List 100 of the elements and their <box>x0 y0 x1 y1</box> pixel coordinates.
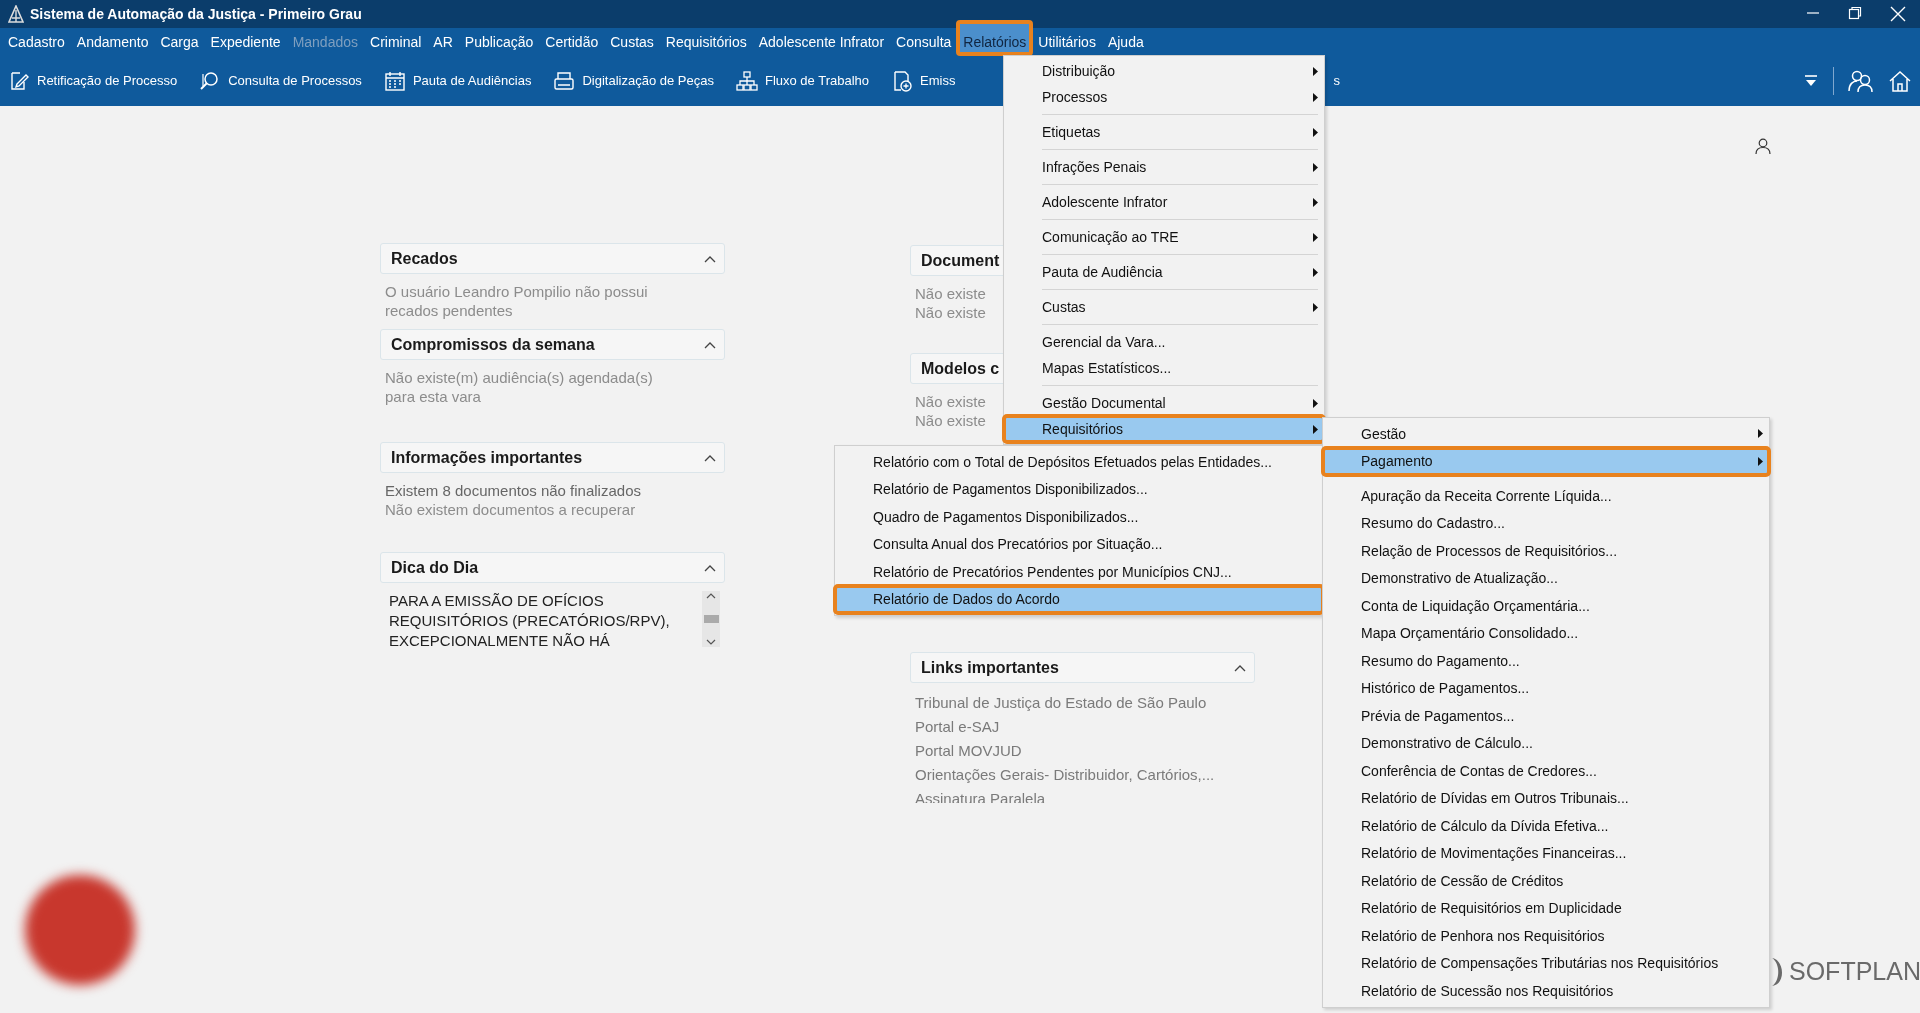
message-text: Não existem documentos a recuperar <box>385 500 636 519</box>
message-text: Não existe <box>915 303 986 322</box>
menu-item[interactable]: Comunicação ao TRE <box>1004 224 1324 250</box>
submenu-menu[interactable] <box>834 445 1324 616</box>
toolbar-button[interactable]: s <box>1333 69 1340 92</box>
menu-item[interactable]: Cadastro <box>2 28 71 55</box>
menu-item[interactable]: Mapas Estatísticos... <box>1004 355 1324 381</box>
scroll-down-icon[interactable] <box>706 639 716 645</box>
menu-item[interactable]: Infrações Penais <box>1004 154 1324 180</box>
link[interactable]: Portal e-SAJ <box>915 715 1250 739</box>
menu-item[interactable]: Relatórios <box>957 21 1033 55</box>
menu-item[interactable]: Expediente <box>204 28 287 55</box>
submenu-menu[interactable] <box>1322 417 1770 1008</box>
menu-item[interactable]: Gestão Documental <box>1004 390 1324 416</box>
chevron-up-icon[interactable] <box>704 340 716 349</box>
menu-item[interactable]: Certidão <box>539 28 605 55</box>
menu-item[interactable]: Pauta de Audiência <box>1004 259 1324 285</box>
menu-item[interactable]: Quadro de Pagamentos Disponibilizados... <box>835 503 1323 531</box>
menu-item[interactable]: Demonstrativo de Atualização... <box>1323 564 1769 592</box>
message-text: Existem 8 documentos não finalizados <box>385 481 641 500</box>
menu-item[interactable]: Relatório de Cálculo da Dívida Efetiva... <box>1323 812 1769 840</box>
menu-item[interactable]: Adolescente Infrator <box>1004 189 1324 215</box>
menu-item[interactable]: Utilitários <box>1032 28 1102 55</box>
menu-item[interactable]: Relatório de Penhora nos Requisitórios <box>1323 922 1769 950</box>
menu-item[interactable]: Relação de Processos de Requisitórios... <box>1323 537 1769 565</box>
menu-item[interactable]: Gerencial da Vara... <box>1004 329 1324 355</box>
menu-item[interactable]: Conta de Liquidação Orçamentária... <box>1323 592 1769 620</box>
menu-item[interactable]: Custas <box>604 28 660 55</box>
menu-item[interactable]: Gestão <box>1323 420 1769 448</box>
toolbar-button[interactable]: Digitalização de Peças <box>553 65 714 96</box>
menu-item[interactable]: Adolescente Infrator <box>752 28 891 55</box>
menu-item[interactable]: Apuração da Receita Corrente Líquida... <box>1323 482 1769 510</box>
scroll-up-icon[interactable] <box>706 593 716 599</box>
link[interactable]: Portal MOVJUD <box>915 739 1250 763</box>
scroll-thumb[interactable] <box>703 615 719 623</box>
message-text: Não existe <box>915 392 986 411</box>
users-icon[interactable] <box>1848 68 1874 93</box>
menu-item[interactable]: Relatório com o Total de Depósitos Efetuados pelas Entidades... <box>835 448 1323 476</box>
close-icon[interactable] <box>1890 6 1906 22</box>
menu-item[interactable]: Relatório de Movimentações Financeiras... <box>1323 839 1769 867</box>
menu-item[interactable]: Mapa Orçamentário Consolidado... <box>1323 619 1769 647</box>
panel-header[interactable]: Compromissos da semana <box>380 329 725 360</box>
menu-item[interactable]: Carga <box>154 28 205 55</box>
panel-title: Document <box>921 251 1000 270</box>
dropdown-menu[interactable]: Distribuição Processos Etiquetas Infrações Penais Adolescente Infrator Comunicação ao TRE Pauta de Audiência Custas Gerencial da Vara... Mapas Estatísticos... Gestão Documental Requisitórios <box>1003 55 1325 445</box>
toolbar-button[interactable]: Fluxo de Trabalho <box>735 65 870 96</box>
menu-item[interactable]: Pagamento <box>1323 447 1769 475</box>
menu-item[interactable]: Requisitórios <box>659 28 753 55</box>
menu-item[interactable]: Andamento <box>70 28 155 55</box>
toolbar-button[interactable]: Emiss <box>891 65 956 96</box>
menu-item[interactable]: Relatório de Dívidas em Outros Tribunais... <box>1323 784 1769 812</box>
toolbar-button[interactable]: Retificação de Processo <box>8 65 178 96</box>
chevron-up-icon[interactable] <box>704 254 716 263</box>
user-icon <box>1755 138 1771 154</box>
menu-item[interactable]: Publicação <box>458 28 540 55</box>
message-text: Não existe <box>915 411 986 430</box>
message-text: O usuário Leandro Pompilio não possui recados pendentes <box>385 282 649 320</box>
scrollbar[interactable] <box>702 591 720 647</box>
menu-item[interactable]: Etiquetas <box>1004 119 1324 145</box>
menu-item[interactable]: Relatório de Sucessão nos Requisitórios <box>1323 977 1769 1005</box>
menu-item[interactable]: Resumo do Cadastro... <box>1323 509 1769 537</box>
menu-item[interactable]: Relatório de Precatórios Pendentes por Municípios CNJ... <box>835 558 1323 586</box>
menu-item[interactable]: AR <box>427 28 459 55</box>
chevron-up-icon[interactable] <box>704 453 716 462</box>
chevron-up-icon[interactable] <box>704 563 716 572</box>
menu-item[interactable]: Prévia de Pagamentos... <box>1323 702 1769 730</box>
menu-item[interactable]: Demonstrativo de Cálculo... <box>1323 729 1769 757</box>
logo-icon <box>1772 957 1783 986</box>
calendar-icon <box>383 69 406 92</box>
menu-item[interactable]: Consulta Anual dos Precatórios por Situação... <box>835 530 1323 558</box>
chevron-up-icon[interactable] <box>1234 663 1246 672</box>
menu-item[interactable]: Requisitórios <box>1004 416 1324 442</box>
menu-item[interactable]: Conferência de Contas de Credores... <box>1323 757 1769 785</box>
menu-item[interactable]: Histórico de Pagamentos... <box>1323 674 1769 702</box>
menu-item[interactable]: Consulta <box>890 28 958 55</box>
scales-icon <box>8 5 24 23</box>
panel-title: Modelos c <box>921 359 1000 378</box>
panel-header[interactable]: Links importantes <box>910 652 1255 683</box>
window-title: Sistema de Automação da Justiça - Primeiro Grau <box>30 6 363 22</box>
link[interactable]: Orientações Gerais- Distribuidor, Cartórios,... <box>915 763 1250 787</box>
menu-item[interactable]: Custas <box>1004 294 1324 320</box>
link[interactable]: Tribunal de Justiça do Estado de São Paulo <box>915 691 1250 715</box>
menu-item[interactable]: Relatório de Pagamentos Disponibilizados... <box>835 475 1323 503</box>
menu-item[interactable]: Distribuição <box>1004 58 1324 84</box>
toolbar-button[interactable]: Pauta de Audiências <box>383 65 532 96</box>
menu-item[interactable]: Relatório de Cessão de Créditos <box>1323 867 1769 895</box>
toolbar-button[interactable]: Consulta de Processos <box>199 65 362 96</box>
menu-item[interactable]: Relatório de Dados do Acordo <box>835 585 1323 613</box>
panel-header[interactable]: Recados <box>380 243 725 274</box>
menu-item[interactable]: Ajuda <box>1101 28 1150 55</box>
panel-title: Links importantes <box>921 658 1059 677</box>
menu-item[interactable]: Resumo do Pagamento... <box>1323 647 1769 675</box>
panel-header[interactable]: Informações importantes <box>380 442 725 473</box>
menu-item[interactable]: Processos <box>1004 84 1324 110</box>
panel-header[interactable]: Dica do Dia <box>380 552 725 583</box>
menu-item[interactable]: Relatório de Compensações Tributárias nos Requisitórios <box>1323 949 1769 977</box>
home-icon[interactable] <box>1888 68 1912 93</box>
restore-icon[interactable] <box>1848 6 1862 20</box>
menu-item[interactable]: Criminal <box>364 28 428 55</box>
menu-item[interactable]: Relatório de Requisitórios em Duplicidade <box>1323 894 1769 922</box>
